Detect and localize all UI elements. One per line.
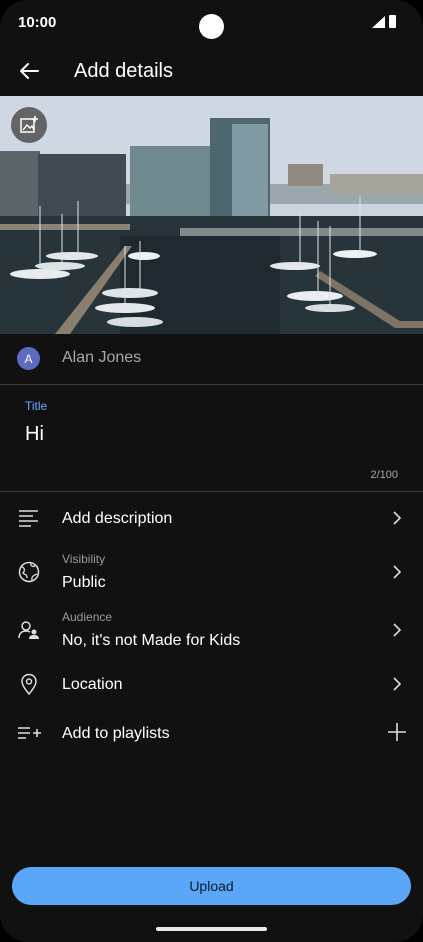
- status-time: 10:00: [18, 14, 57, 31]
- visibility-sublabel: Visibility: [62, 552, 106, 566]
- location-row[interactable]: Location: [0, 658, 423, 710]
- harbor-scene-image: [0, 96, 423, 334]
- add-to-playlists-row[interactable]: Add to playlists: [0, 710, 423, 758]
- title-field-label: Title: [25, 399, 48, 413]
- channel-row: A Alan Jones: [0, 334, 423, 385]
- phone-screen: 10:00 Add details A Alan Jones Title Hi …: [0, 0, 423, 942]
- home-indicator: [156, 927, 267, 931]
- app-header: Add details: [0, 46, 423, 96]
- add-to-playlists-label: Add to playlists: [62, 725, 170, 742]
- battery-icon: [389, 15, 396, 28]
- avatar: A: [17, 347, 40, 370]
- video-thumbnail[interactable]: [0, 96, 423, 334]
- upload-button[interactable]: Upload: [12, 867, 411, 905]
- audience-value: No, it's not Made for Kids: [62, 632, 241, 649]
- audience-row[interactable]: Audience No, it's not Made for Kids: [0, 602, 423, 658]
- audience-sublabel: Audience: [62, 610, 113, 624]
- chevron-right-icon: [393, 511, 402, 525]
- signal-icon: [372, 16, 385, 28]
- title-char-counter: 2/100: [370, 469, 398, 481]
- chevron-right-icon: [393, 623, 402, 637]
- status-bar: 10:00: [0, 0, 423, 46]
- page-title: Add details: [74, 60, 173, 82]
- location-label: Location: [62, 676, 123, 693]
- location-pin-icon: [21, 673, 37, 696]
- chevron-right-icon: [393, 677, 402, 691]
- people-icon: [18, 621, 39, 639]
- description-lines-icon: [19, 510, 38, 527]
- plus-icon[interactable]: [387, 722, 407, 742]
- title-field[interactable]: Title Hi 2/100: [0, 385, 423, 492]
- visibility-row[interactable]: Visibility Public: [0, 544, 423, 600]
- playlist-add-icon: [18, 727, 41, 739]
- channel-name: Alan Jones: [62, 349, 142, 366]
- add-description-row[interactable]: Add description: [0, 492, 423, 544]
- chevron-right-icon: [393, 565, 402, 579]
- back-arrow-icon[interactable]: [16, 58, 42, 84]
- title-input[interactable]: Hi: [25, 423, 44, 446]
- visibility-value: Public: [62, 574, 106, 591]
- change-thumbnail-button[interactable]: [11, 107, 47, 143]
- front-camera: [199, 14, 224, 39]
- add-description-label: Add description: [62, 510, 173, 527]
- globe-icon: [18, 561, 40, 583]
- add-photo-icon: [20, 116, 38, 133]
